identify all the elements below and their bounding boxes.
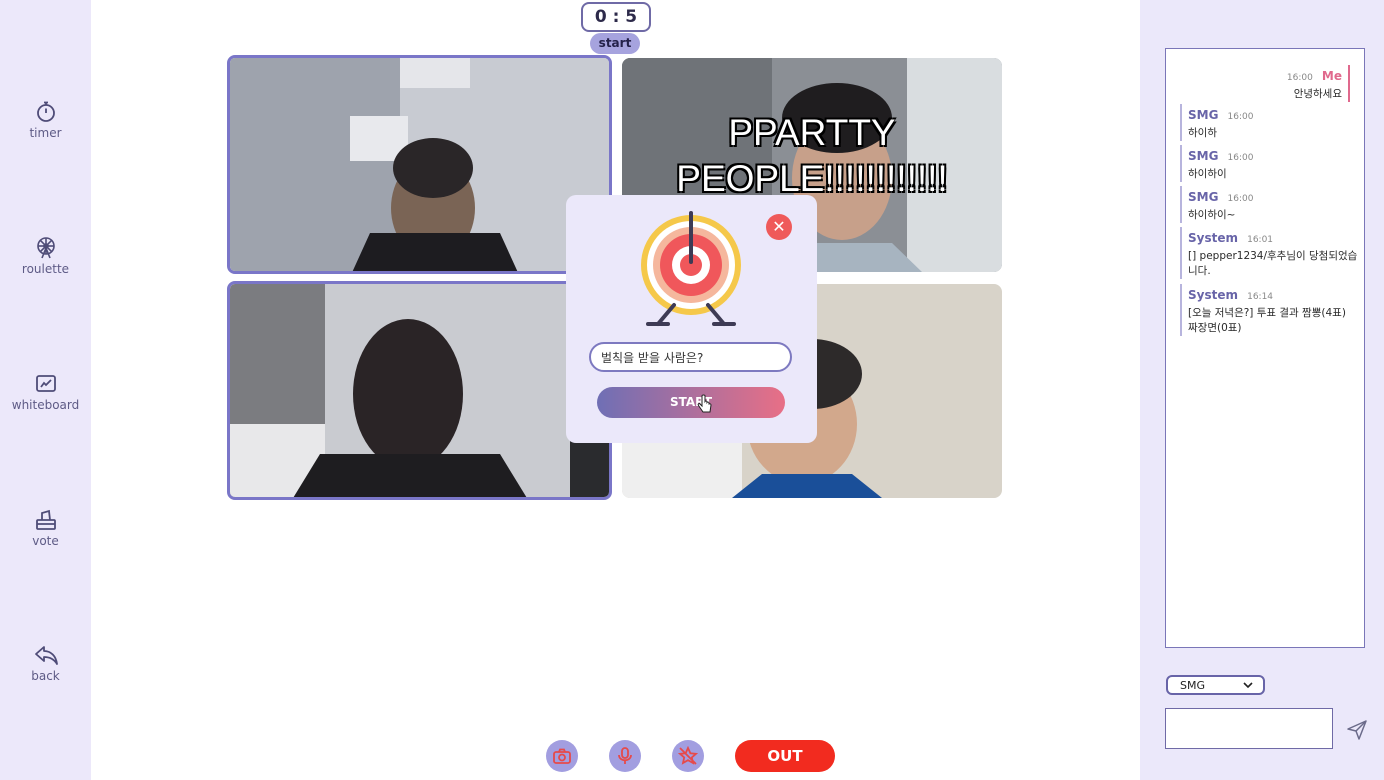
message-time: 16:01 (1247, 235, 1274, 245)
microphone-icon (618, 747, 632, 764)
message-text: [오늘 저녁은?] 투표 결과 짬뽕(4표) 짜장면(0표) (1188, 307, 1346, 334)
close-icon[interactable]: ✕ (766, 214, 792, 240)
sidebar-item-roulette[interactable]: roulette (0, 236, 91, 276)
star-off-icon (678, 746, 698, 765)
chevron-down-icon (1243, 682, 1253, 689)
left-sidebar: timer roulette whiteboard vote back (0, 0, 91, 780)
recipient-select[interactable]: SMG (1166, 675, 1265, 695)
message-time: 16:14 (1247, 292, 1274, 302)
message-sender: System (1188, 231, 1238, 245)
message-time: 16:00 (1227, 153, 1254, 163)
video-feed (230, 58, 609, 271)
send-button[interactable] (1345, 718, 1369, 742)
camera-icon (553, 748, 571, 764)
out-button[interactable]: OUT (735, 740, 835, 772)
video-tile (227, 55, 612, 274)
chat-messages[interactable]: 16:00 Me 안녕하세요 SMG 16:00 하이하 SMG 16:00 하… (1165, 48, 1365, 648)
sidebar-item-label: roulette (21, 262, 70, 276)
chat-message-mine: 16:00 Me 안녕하세요 (1283, 65, 1350, 102)
message-text: 하이하이~ (1188, 209, 1236, 221)
message-time: 16:00 (1286, 73, 1313, 83)
recipient-value: SMG (1180, 679, 1205, 692)
message-sender: SMG (1188, 149, 1219, 163)
camera-toggle-button[interactable] (546, 740, 578, 772)
video-feed (230, 284, 609, 497)
message-text: 하이하이 (1188, 168, 1227, 180)
ballot-box-icon (35, 509, 56, 530)
message-time: 16:00 (1227, 194, 1254, 204)
video-overlay-text: PPARTTY PEOPLE!!!!!!!!!!!! (676, 112, 948, 199)
roulette-target-input[interactable] (589, 342, 792, 372)
effects-toggle-button[interactable] (672, 740, 704, 772)
sidebar-item-label: back (31, 669, 60, 683)
mic-toggle-button[interactable] (609, 740, 641, 772)
hand-cursor-icon (697, 394, 712, 413)
chat-message: System 16:01 [] pepper1234/후추님이 당첨되었습니다. (1180, 227, 1358, 279)
sidebar-item-vote[interactable]: vote (0, 508, 91, 548)
roulette-start-button[interactable]: START (597, 387, 785, 418)
message-time: 16:00 (1227, 112, 1254, 122)
message-text: [] pepper1234/후추님이 당첨되었습니다. (1188, 250, 1358, 277)
message-sender: SMG (1188, 108, 1219, 122)
roulette-wheel-icon (641, 211, 741, 326)
chat-message: System 16:14 [오늘 저녁은?] 투표 결과 짬뽕(4표) 짜장면(… (1180, 284, 1358, 336)
stopwatch-icon (36, 101, 55, 122)
sidebar-item-label: whiteboard (11, 398, 80, 412)
message-text: 하이하 (1188, 127, 1217, 139)
send-icon (1347, 720, 1367, 740)
sidebar-item-timer[interactable]: timer (0, 100, 91, 140)
video-tile (227, 281, 612, 500)
chat-message: SMG 16:00 하이하이 (1180, 145, 1358, 182)
whiteboard-icon (35, 375, 56, 392)
sidebar-item-label: vote (32, 534, 59, 548)
timer-start-button[interactable]: start (590, 33, 640, 54)
message-sender: SMG (1188, 190, 1219, 204)
message-sender: System (1188, 288, 1238, 302)
message-sender: Me (1321, 69, 1342, 83)
ferris-wheel-icon (36, 237, 55, 259)
sidebar-item-back[interactable]: back (0, 643, 91, 683)
chat-message-input[interactable] (1165, 708, 1333, 749)
chat-message: SMG 16:00 하이하이~ (1180, 186, 1358, 223)
timer-display: 0 : 5 (581, 2, 651, 32)
message-text: 안녕하세요 (1293, 88, 1342, 100)
sidebar-item-whiteboard[interactable]: whiteboard (0, 372, 91, 412)
chat-message: SMG 16:00 하이하 (1180, 104, 1358, 141)
sidebar-item-label: timer (29, 126, 62, 140)
back-arrow-icon (34, 646, 58, 665)
